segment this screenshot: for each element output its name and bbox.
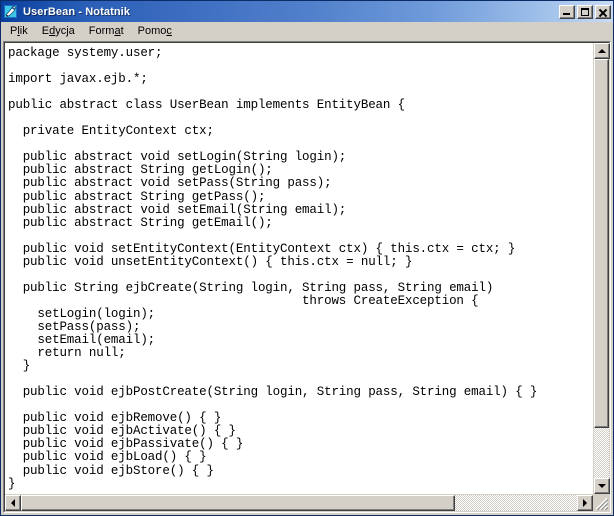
vertical-scrollbar[interactable] bbox=[593, 43, 610, 494]
minimize-button[interactable] bbox=[559, 4, 575, 19]
scroll-left-button[interactable] bbox=[5, 495, 21, 511]
horizontal-scrollbar-row bbox=[5, 494, 609, 511]
scroll-up-button[interactable] bbox=[594, 43, 610, 59]
resize-grip-icon[interactable] bbox=[593, 495, 609, 511]
arrow-left-icon bbox=[11, 499, 15, 507]
close-button[interactable] bbox=[595, 4, 611, 19]
source-code-text[interactable]: package systemy.user; import javax.ejb.*… bbox=[8, 46, 593, 491]
scroll-right-button[interactable] bbox=[577, 495, 593, 511]
scroll-down-button[interactable] bbox=[594, 478, 610, 494]
editor-frame-outer: package systemy.user; import javax.ejb.*… bbox=[3, 41, 611, 513]
client-area: package systemy.user; import javax.ejb.*… bbox=[1, 41, 613, 515]
horizontal-scroll-track[interactable] bbox=[21, 495, 577, 511]
menu-item-plik[interactable]: Plik bbox=[3, 23, 35, 40]
menu-item-format[interactable]: Format bbox=[82, 23, 131, 40]
window-title: UserBean - Notatnik bbox=[23, 5, 131, 18]
arrow-up-icon bbox=[598, 49, 606, 53]
horizontal-scrollbar[interactable] bbox=[5, 495, 593, 511]
window-controls bbox=[559, 4, 611, 19]
menu-item-pomoc[interactable]: Pomoc bbox=[131, 23, 179, 40]
arrow-right-icon bbox=[583, 499, 587, 507]
horizontal-scroll-thumb[interactable] bbox=[21, 495, 455, 511]
notepad-window: UserBean - Notatnik Plik Edycja Format P… bbox=[0, 0, 614, 516]
editor-row: package systemy.user; import javax.ejb.*… bbox=[5, 43, 610, 494]
minimize-icon bbox=[563, 12, 570, 15]
maximize-icon bbox=[581, 7, 589, 16]
editor-frame-inner: package systemy.user; import javax.ejb.*… bbox=[4, 42, 610, 512]
text-editor-area[interactable]: package systemy.user; import javax.ejb.*… bbox=[5, 43, 593, 494]
notepad-icon[interactable] bbox=[3, 4, 19, 19]
vertical-scroll-thumb[interactable] bbox=[594, 59, 609, 428]
menu-item-edycja[interactable]: Edycja bbox=[35, 23, 82, 40]
maximize-button[interactable] bbox=[577, 4, 593, 19]
arrow-down-icon bbox=[598, 484, 606, 488]
menu-bar: Plik Edycja Format Pomoc bbox=[1, 22, 613, 41]
title-bar[interactable]: UserBean - Notatnik bbox=[1, 1, 613, 22]
vertical-scroll-track[interactable] bbox=[594, 59, 609, 478]
